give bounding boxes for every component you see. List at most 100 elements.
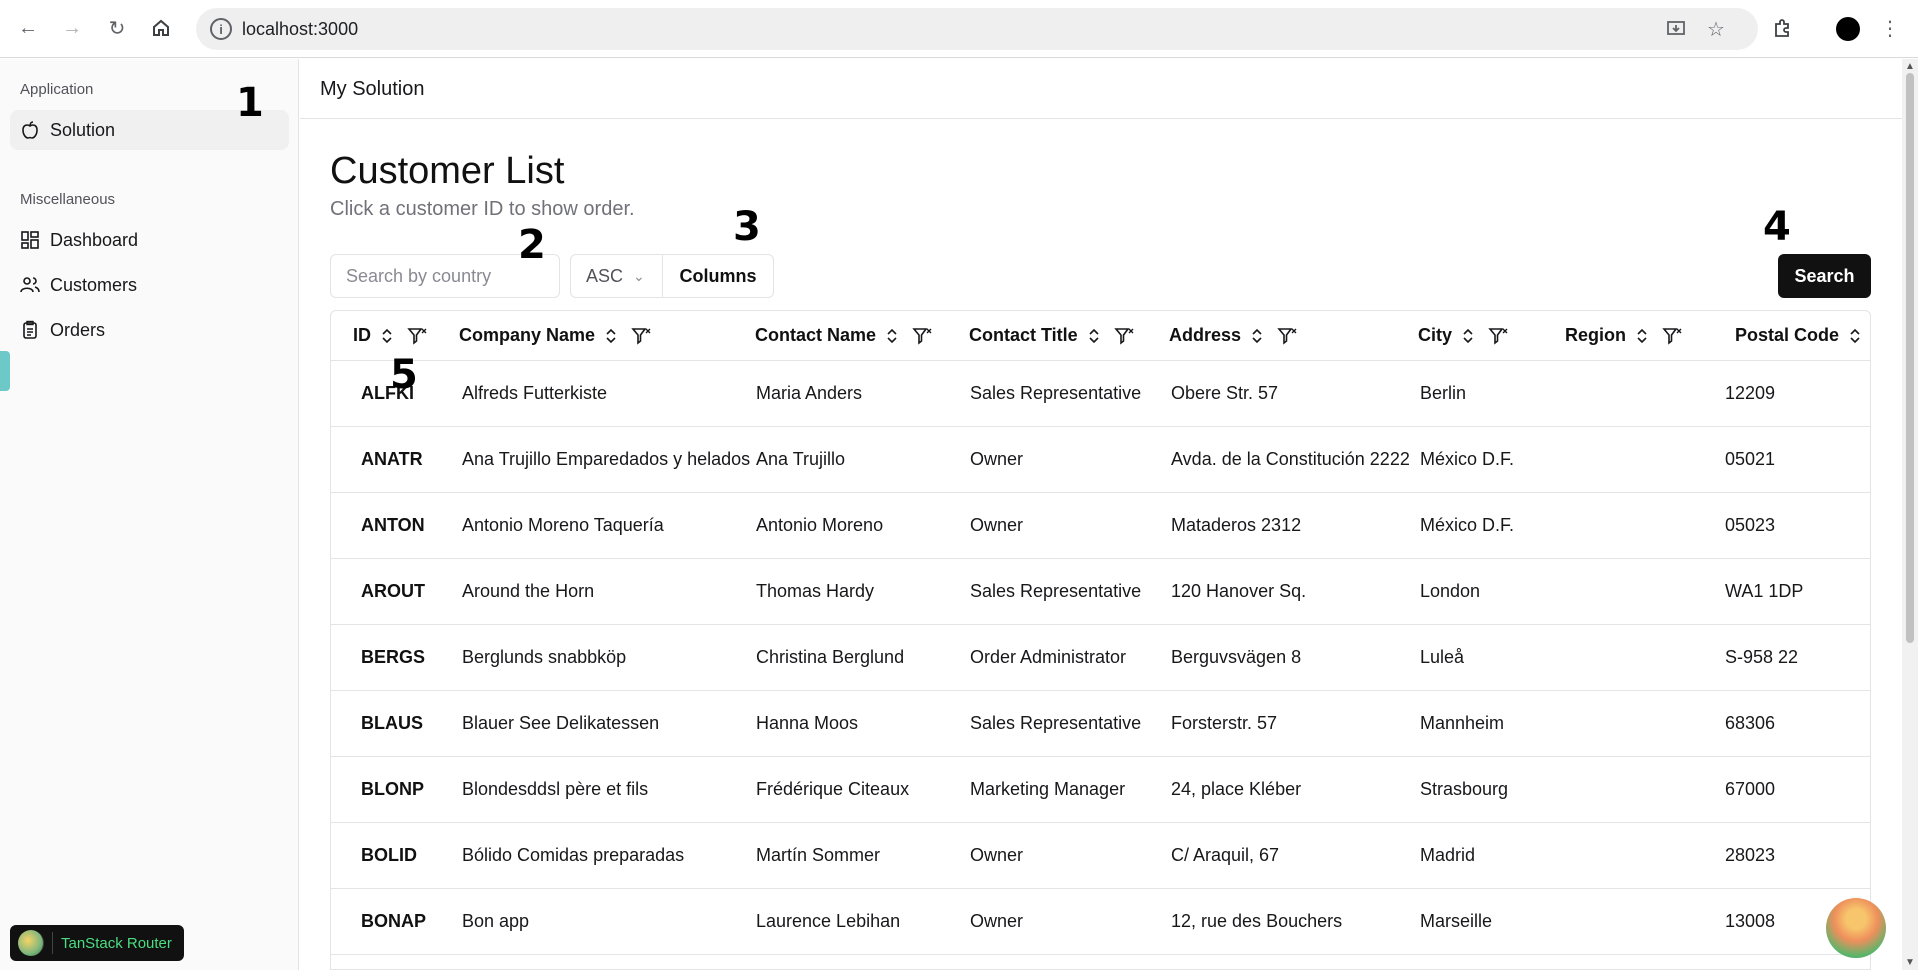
cell-address: C/ Araquil, 67 <box>1171 845 1280 865</box>
back-icon[interactable]: ← <box>14 14 42 42</box>
cell-postal-code: 12209 <box>1725 383 1776 403</box>
sort-icon[interactable] <box>1849 327 1861 345</box>
sidebar-group-misc: Miscellaneous <box>20 191 116 208</box>
sort-order-select[interactable]: ASC ⌄ <box>570 254 663 298</box>
cell-address: Berguvsvägen 8 <box>1171 647 1302 667</box>
column-header-id[interactable]: ID <box>353 325 427 346</box>
address-bar[interactable]: i localhost:3000 ☆ <box>196 8 1758 50</box>
page-scrollbar[interactable]: ▲ ▼ <box>1902 59 1918 970</box>
page-title: Customer List <box>330 150 565 192</box>
column-header-label: ID <box>353 325 371 345</box>
column-header-label: Contact Name <box>755 325 877 345</box>
cell-postal-code: S-958 22 <box>1725 647 1799 667</box>
table-row: ANTON Antonio Moreno Taquería Antonio More… <box>331 493 1870 559</box>
cell-address: Avda. de la Constitución 2222 <box>1171 449 1410 469</box>
column-header-region[interactable]: Region <box>1565 325 1682 346</box>
filter-clear-icon[interactable] <box>1277 326 1297 346</box>
sidebar-item-orders[interactable]: Orders <box>10 310 289 350</box>
header-title: My Solution <box>320 78 425 100</box>
sidebar-item-customers[interactable]: Customers <box>10 265 289 305</box>
cell-contact-name: Hanna Moos <box>756 713 859 733</box>
sidebar-item-dashboard[interactable]: Dashboard <box>10 220 289 260</box>
site-info-icon[interactable]: i <box>210 18 232 40</box>
cell-contact-title: Order Administrator <box>970 647 1127 667</box>
bookmark-star-icon[interactable]: ☆ <box>1704 17 1728 41</box>
cell-contact-name: Antonio Moreno <box>756 515 884 535</box>
sort-icon[interactable] <box>1251 327 1263 345</box>
tanstack-router-devtools-button[interactable]: TanStack Router <box>10 925 184 961</box>
sidebar-item-label: Solution <box>50 119 116 140</box>
forward-icon[interactable]: → <box>58 14 86 42</box>
sort-icon[interactable] <box>1462 327 1474 345</box>
column-header-postal-code[interactable]: Postal Code <box>1735 325 1870 346</box>
search-button[interactable]: Search <box>1778 254 1871 298</box>
sort-icon[interactable] <box>381 327 393 345</box>
table-row: ANATR Ana Trujillo Emparedados y helados A… <box>331 427 1870 493</box>
column-header-city[interactable]: City <box>1418 325 1508 346</box>
sidebar-item-label: Customers <box>50 274 138 295</box>
filter-clear-icon[interactable] <box>631 326 651 346</box>
main-header: My Solution <box>300 59 1902 119</box>
divider <box>52 932 53 954</box>
cell-contact-title: Owner <box>970 845 1024 865</box>
apple-icon <box>22 121 38 139</box>
filter-clear-icon[interactable] <box>912 326 932 346</box>
cell-city: Strasbourg <box>1420 779 1509 799</box>
sort-order-value: ASC <box>586 265 624 286</box>
url-text[interactable]: localhost:3000 <box>242 19 358 40</box>
devtools-floating-logo[interactable] <box>1826 898 1886 958</box>
cell-address: 24, place Kléber <box>1171 779 1302 799</box>
sort-icon[interactable] <box>1636 327 1648 345</box>
customer-id-link[interactable]: ANTON <box>361 515 425 536</box>
install-app-icon[interactable] <box>1664 17 1688 41</box>
filter-clear-icon[interactable] <box>1662 326 1682 346</box>
scrollbar-thumb[interactable] <box>1906 73 1914 643</box>
cell-city: México D.F. <box>1420 515 1515 535</box>
extensions-icon[interactable] <box>1768 14 1796 42</box>
cell-contact-title: Sales Representative <box>970 713 1142 733</box>
sidebar-toggle-handle[interactable] <box>0 351 10 391</box>
filter-clear-icon[interactable] <box>407 326 427 346</box>
sort-icon[interactable] <box>1088 327 1100 345</box>
cell-contact-title: Owner <box>970 911 1024 931</box>
home-icon[interactable] <box>147 14 175 42</box>
column-header-label: Region <box>1565 325 1626 345</box>
customer-id-link[interactable]: BOLID <box>361 845 417 866</box>
cell-company-name: Blondesddsl père et fils <box>462 779 649 799</box>
customer-id-link[interactable]: BERGS <box>361 647 425 668</box>
column-header-label: Company Name <box>459 325 596 345</box>
cell-postal-code: 28023 <box>1725 845 1776 865</box>
menu-kebab-icon[interactable]: ⋮ <box>1876 14 1904 42</box>
annotation-3: 3 <box>733 204 761 250</box>
annotation-2: 2 <box>518 222 546 268</box>
scroll-down-icon[interactable]: ▼ <box>1905 957 1915 968</box>
cell-contact-name: Frédérique Citeaux <box>756 779 910 799</box>
sort-icon[interactable] <box>605 327 617 345</box>
cell-address: Mataderos 2312 <box>1171 515 1302 535</box>
users-icon <box>20 277 40 293</box>
customer-id-link[interactable]: BLAUS <box>361 713 423 734</box>
cell-company-name: Antonio Moreno Taquería <box>462 515 664 535</box>
customer-id-link[interactable]: BONAP <box>361 911 426 932</box>
filter-clear-icon[interactable] <box>1488 326 1508 346</box>
column-header-company-name[interactable]: Company Name <box>459 325 651 346</box>
customer-id-link[interactable]: BLONP <box>361 779 424 800</box>
filter-clear-icon[interactable] <box>1113 326 1134 346</box>
column-header-label: Address <box>1169 325 1242 345</box>
column-header-address[interactable]: Address <box>1169 325 1297 346</box>
sort-icon[interactable] <box>886 327 898 345</box>
customer-id-link[interactable]: AROUT <box>361 581 425 602</box>
cell-company-name: Alfreds Futterkiste <box>462 383 608 403</box>
columns-button[interactable]: Columns <box>662 254 774 298</box>
column-header-label: Contact Title <box>969 325 1078 345</box>
cell-postal-code: 13008 <box>1725 911 1776 931</box>
reload-icon[interactable]: ↻ <box>103 14 131 42</box>
table-row: AROUT Around the Horn Thomas Hardy Sales Re… <box>331 559 1870 625</box>
tanstack-logo-icon <box>18 930 44 956</box>
column-header-contact-name[interactable]: Contact Name <box>755 325 932 346</box>
profile-avatar[interactable] <box>1836 17 1860 41</box>
scroll-up-icon[interactable]: ▲ <box>1905 61 1915 72</box>
table-row: BOLID Bólido Comidas preparadas Martín Som… <box>331 823 1870 889</box>
column-header-contact-title[interactable]: Contact Title <box>969 325 1134 346</box>
customer-id-link[interactable]: ANATR <box>361 449 423 470</box>
